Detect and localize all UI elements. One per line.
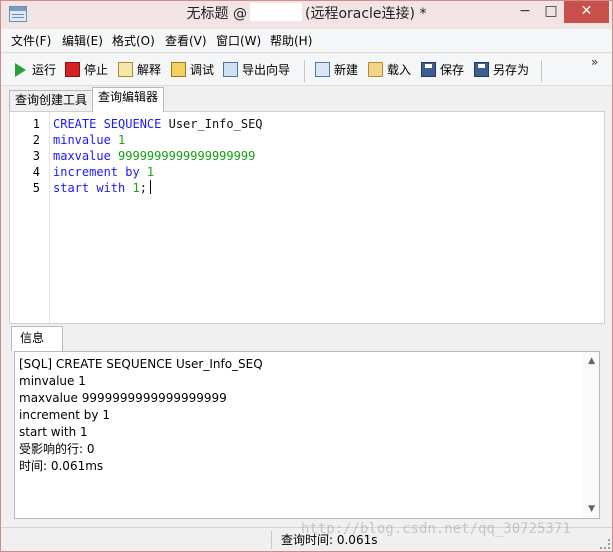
redacted-name <box>249 3 302 21</box>
run-button[interactable]: 运行 <box>13 61 56 79</box>
code-line: CREATE SEQUENCE User_Info_SEQ <box>53 116 263 132</box>
sql-keyword: CREATE SEQUENCE <box>53 117 169 131</box>
tab-info[interactable]: 信息 <box>11 326 63 351</box>
explain-button[interactable]: 解释 <box>118 61 161 79</box>
sql-number: 1 <box>146 165 155 179</box>
toolbar: 运行 停止 解释 调试 导出向导 新建 载入 保存 另存为 » <box>1 54 612 86</box>
play-icon <box>15 63 26 77</box>
sql-number: 1 <box>132 181 140 195</box>
stop-button[interactable]: 停止 <box>65 61 108 79</box>
code-line: increment by 1 <box>53 164 154 180</box>
save-as-label: 另存为 <box>493 63 530 77</box>
explain-icon <box>118 62 133 77</box>
info-scrollbar[interactable]: ▲ ▼ <box>583 352 599 518</box>
info-tabs: 信息 <box>9 324 605 351</box>
tab-query-editor[interactable]: 查询编辑器 <box>92 87 165 112</box>
info-line: start with 1 <box>19 425 88 439</box>
menu-bar: 文件(F) 编辑(E) 格式(O) 查看(V) 窗口(W) 帮助(H) <box>1 29 612 53</box>
debug-button[interactable]: 调试 <box>171 61 214 79</box>
status-divider <box>271 531 272 549</box>
line-number: 2 <box>32 133 40 147</box>
title-bar: 无标题 @ (远程oracle连接) * − □ ✕ <box>1 1 612 29</box>
line-number: 3 <box>32 149 40 163</box>
stop-icon <box>65 62 80 77</box>
code-line: start with 1; <box>53 180 151 196</box>
line-number: 5 <box>32 181 40 195</box>
line-number: 4 <box>32 165 40 179</box>
info-output[interactable]: [SQL] CREATE SEQUENCE User_Info_SEQ minv… <box>14 351 600 519</box>
window-title-prefix: 无标题 @ <box>186 6 247 22</box>
run-label: 运行 <box>32 63 57 77</box>
menu-format[interactable]: 格式(O) <box>112 32 155 50</box>
save-label: 保存 <box>440 63 465 77</box>
window-title-suffix: (远程oracle连接) * <box>304 6 427 22</box>
info-line: maxvalue 9999999999999999999 <box>19 391 227 405</box>
load-label: 载入 <box>387 63 412 77</box>
menu-view[interactable]: 查看(V) <box>165 32 207 50</box>
line-number: 1 <box>32 117 40 131</box>
load-button[interactable]: 载入 <box>368 61 411 79</box>
new-button[interactable]: 新建 <box>315 61 358 79</box>
save-button[interactable]: 保存 <box>421 61 464 79</box>
sql-keyword: minvalue <box>53 133 119 147</box>
close-button[interactable]: ✕ <box>564 1 609 23</box>
new-query-icon <box>315 62 330 77</box>
sql-editor[interactable]: 1 2 3 4 5 CREATE SEQUENCE User_Info_SEQ … <box>9 111 605 324</box>
resize-grip-icon[interactable] <box>600 539 610 549</box>
watermark: http://blog.csdn.net/qq_30725371 <box>301 521 571 537</box>
info-line: [SQL] CREATE SEQUENCE User_Info_SEQ <box>19 357 263 371</box>
editor-tabs: 查询创建工具 查询编辑器 <box>1 87 612 112</box>
code-line: maxvalue 9999999999999999999 <box>53 148 255 164</box>
debug-label: 调试 <box>190 63 215 77</box>
toolbar-overflow-icon[interactable]: » <box>591 56 605 82</box>
save-icon <box>421 62 436 77</box>
debug-icon <box>171 62 186 77</box>
info-line: increment by 1 <box>19 408 110 422</box>
info-line: 时间: 0.061ms <box>19 459 104 473</box>
menu-edit[interactable]: 编辑(E) <box>62 32 103 50</box>
toolbar-divider <box>304 60 305 82</box>
maximize-button[interactable]: □ <box>538 1 564 23</box>
scroll-up-icon[interactable]: ▲ <box>588 356 595 366</box>
sql-keyword: start with <box>53 181 133 195</box>
stop-label: 停止 <box>84 63 109 77</box>
export-icon <box>223 62 238 77</box>
sql-number: 1 <box>118 133 126 147</box>
menu-window[interactable]: 窗口(W) <box>216 32 261 50</box>
code-line: minvalue 1 <box>53 132 125 148</box>
text-caret <box>149 180 151 194</box>
export-wizard-label: 导出向导 <box>242 63 291 77</box>
save-as-icon <box>474 62 489 77</box>
new-label: 新建 <box>334 63 359 77</box>
sql-terminator: ; <box>139 181 147 195</box>
sql-number: 9999999999999999999 <box>118 149 256 163</box>
menu-file[interactable]: 文件(F) <box>11 32 51 50</box>
app-window: 无标题 @ (远程oracle连接) * − □ ✕ 文件(F) 编辑(E) 格式… <box>0 0 613 552</box>
folder-open-icon <box>368 62 383 77</box>
minimize-button[interactable]: − <box>512 1 538 23</box>
tab-query-builder[interactable]: 查询创建工具 <box>9 90 94 111</box>
explain-label: 解释 <box>137 63 162 77</box>
sql-keyword: maxvalue <box>53 149 119 163</box>
save-as-button[interactable]: 另存为 <box>474 61 529 79</box>
sql-identifier: User_Info_SEQ <box>168 117 263 131</box>
menu-help[interactable]: 帮助(H) <box>270 32 312 50</box>
info-line: 受影响的行: 0 <box>19 442 95 456</box>
info-line: minvalue 1 <box>19 374 86 388</box>
line-number-gutter: 1 2 3 4 5 <box>10 112 50 323</box>
toolbar-divider <box>541 60 542 82</box>
sql-keyword: increment by <box>53 165 147 179</box>
export-wizard-button[interactable]: 导出向导 <box>223 61 290 79</box>
scroll-down-icon[interactable]: ▼ <box>588 504 595 514</box>
